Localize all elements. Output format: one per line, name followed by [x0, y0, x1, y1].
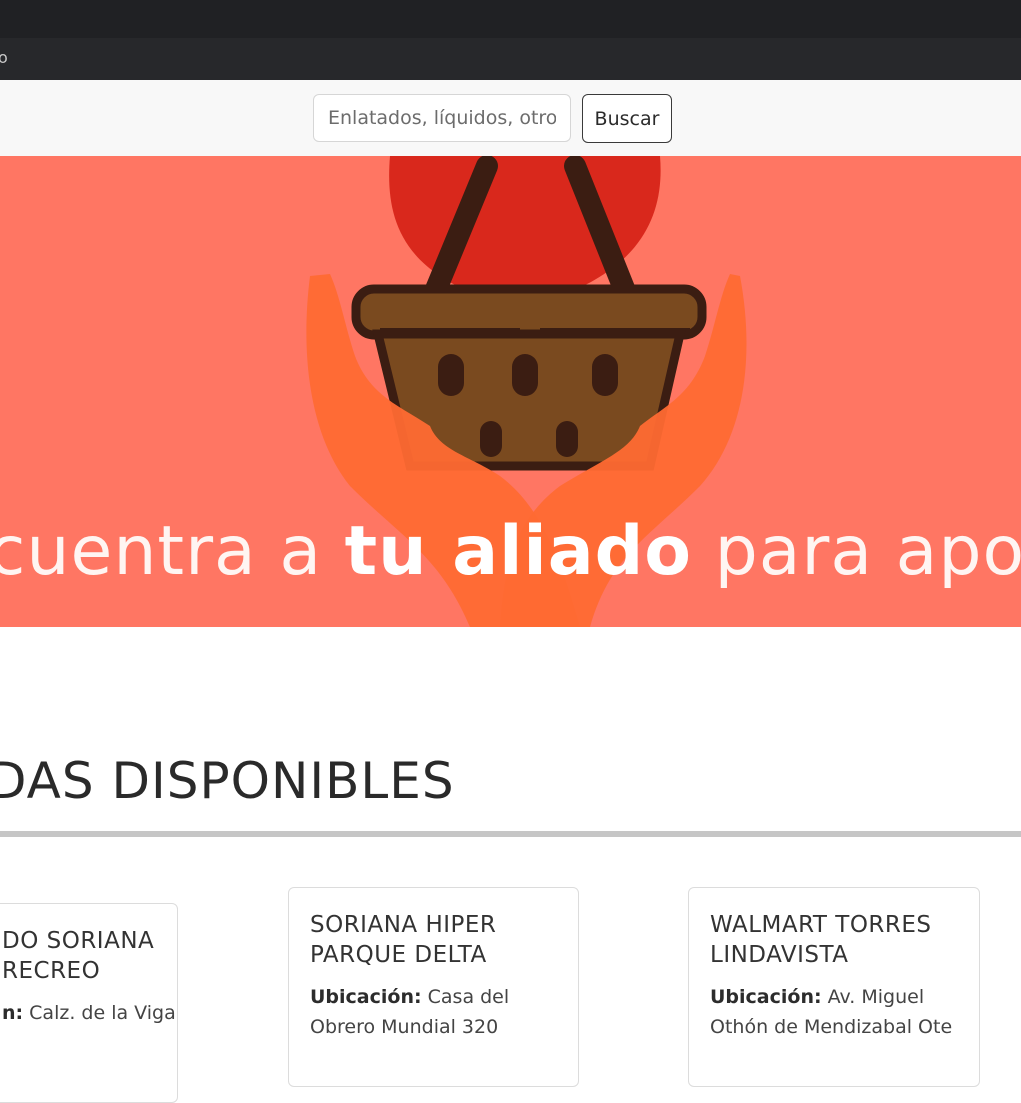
section-divider	[0, 831, 1021, 837]
hero-headline: cuentra a tu aliado para apo	[0, 512, 1021, 591]
browser-address-bar[interactable]: o	[0, 38, 1021, 80]
hero-banner: cuentra a tu aliado para apo	[0, 156, 1021, 627]
store-card-title: SORIANA HIPER PARQUE DELTA	[310, 912, 497, 968]
browser-tabstrip	[0, 0, 1021, 38]
store-card-title: DO SORIANA RECREO	[2, 928, 155, 984]
section-title: DAS DISPONIBLES	[0, 752, 455, 810]
store-card[interactable]: SORIANA HIPER PARQUE DELTA Ubicación: Ca…	[288, 887, 579, 1087]
store-card-title: WALMART TORRES LINDAVISTA	[710, 912, 932, 968]
address-text: o	[0, 48, 8, 67]
navbar: Buscar	[0, 80, 1021, 157]
store-card-location: Ubicación: Casa del Obrero Mundial 320	[310, 986, 510, 1038]
search-button[interactable]: Buscar	[582, 94, 672, 143]
search-input[interactable]	[313, 94, 571, 142]
store-card[interactable]: DO SORIANA RECREO n: Calz. de la Viga	[0, 903, 178, 1103]
store-card-location: n: Calz. de la Viga	[2, 1002, 176, 1024]
store-card-location: Ubicación: Av. Miguel Othón de Mendizaba…	[710, 986, 953, 1038]
store-card[interactable]: WALMART TORRES LINDAVISTA Ubicación: Av.…	[688, 887, 980, 1087]
